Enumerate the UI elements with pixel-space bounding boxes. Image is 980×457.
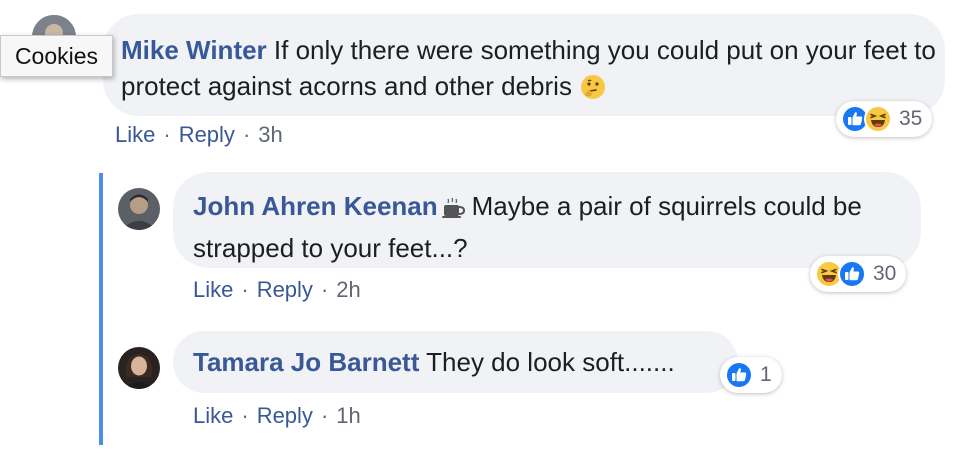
reaction-count: 35 — [899, 107, 923, 130]
comment-timestamp[interactable]: 1h — [336, 403, 360, 428]
comment-author[interactable]: Mike Winter — [121, 35, 267, 65]
avatar-john-ahren-keenan[interactable] — [118, 188, 160, 230]
comment-actions: Like · Reply · 3h — [115, 122, 283, 148]
thinking-emoji-icon — [579, 73, 607, 110]
separator: · — [320, 403, 329, 428]
like-reaction-icon — [838, 260, 866, 288]
separator: · — [320, 277, 329, 302]
comment-text: They do look soft....... — [426, 347, 675, 377]
like-reaction-icon — [725, 361, 753, 389]
separator: · — [163, 122, 171, 147]
comment-actions: Like · Reply · 1h — [193, 403, 361, 429]
haha-reaction-icon — [864, 105, 892, 133]
reaction-summary[interactable]: 35 — [836, 101, 933, 137]
separator: · — [242, 122, 251, 147]
reply-link[interactable]: Reply — [179, 122, 235, 147]
comment-bubble: John Ahren Keenan Maybe a pair of squirr… — [173, 172, 921, 268]
comment-timestamp[interactable]: 2h — [336, 277, 360, 302]
separator: · — [241, 403, 249, 428]
separator: · — [241, 277, 249, 302]
reaction-summary[interactable]: 1 — [720, 357, 782, 393]
coffee-cup-icon — [440, 194, 466, 230]
reaction-summary[interactable]: 30 — [810, 256, 907, 292]
comment-bubble: Tamara Jo Barnett They do look soft.....… — [173, 331, 738, 393]
like-link[interactable]: Like — [115, 122, 155, 147]
avatar-tamara-jo-barnett[interactable] — [118, 347, 160, 389]
reply-link[interactable]: Reply — [257, 403, 313, 428]
comment-actions: Like · Reply · 2h — [193, 277, 361, 303]
comment-author[interactable]: John Ahren Keenan — [193, 191, 438, 221]
tooltip: Cookies — [0, 35, 113, 77]
like-link[interactable]: Like — [193, 403, 233, 428]
comment-timestamp[interactable]: 3h — [258, 122, 282, 147]
like-link[interactable]: Like — [193, 277, 233, 302]
reaction-count: 1 — [760, 363, 772, 386]
reply-thread-line — [99, 173, 103, 445]
user-avatar-icon — [118, 347, 160, 389]
user-avatar-icon — [118, 188, 160, 230]
comment-bubble: Mike Winter If only there were something… — [103, 14, 945, 116]
reaction-count: 30 — [873, 262, 897, 285]
comment-author[interactable]: Tamara Jo Barnett — [193, 347, 419, 377]
reply-link[interactable]: Reply — [257, 277, 313, 302]
